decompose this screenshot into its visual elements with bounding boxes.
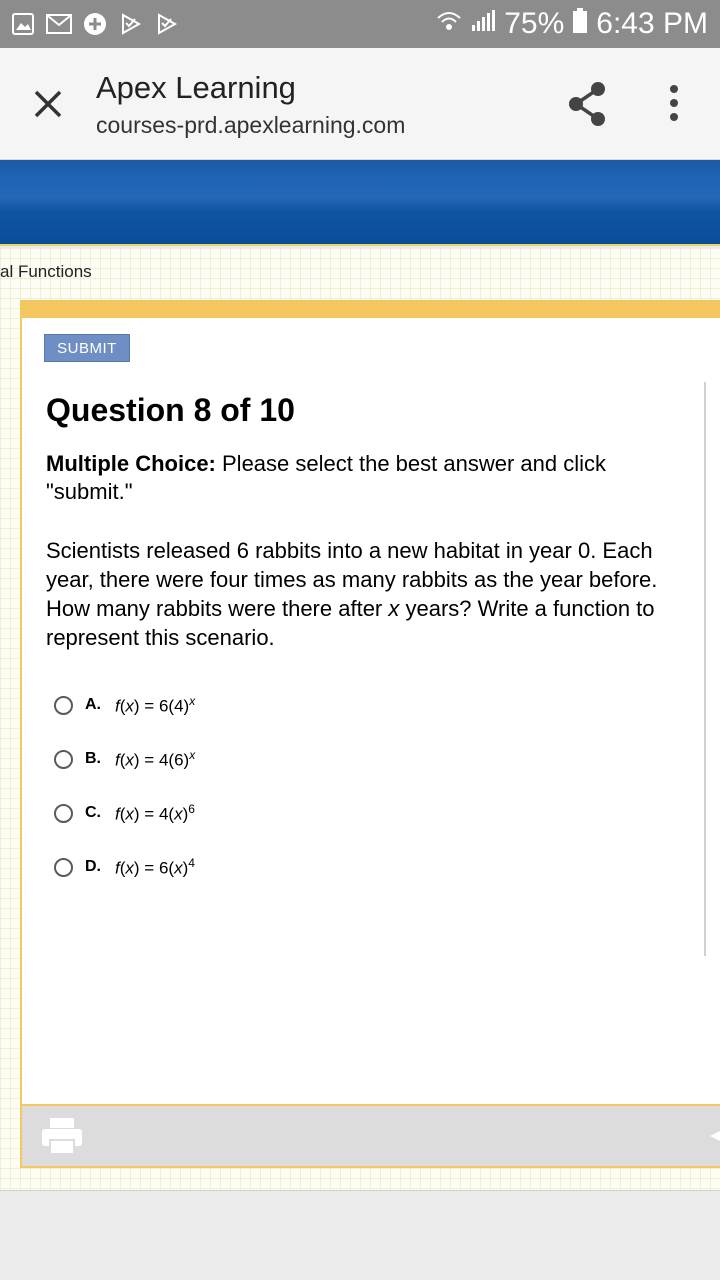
choice-letter: D. [85,858,101,875]
choice-d[interactable]: D. f(x) = 6(x)4 [54,840,454,894]
choice-a[interactable]: A. f(x) = 6(4)x [54,678,454,732]
question-variable: x [388,596,400,621]
breadcrumb: al Functions [0,262,92,281]
choice-expression: f(x) = 4(6)x [115,747,196,770]
fn-exponent: 6 [188,801,195,816]
fn-name: f [115,696,120,716]
question-card: SUBMIT Question 8 of 10 Multiple Choice:… [20,300,720,1168]
card-toolbar [22,1104,720,1166]
choice-expression: f(x) = 6(x)4 [115,855,195,878]
page-title: Apex Learning [96,70,296,105]
fn-rhs: = 4(6) [139,750,190,770]
signal-icon [470,9,496,39]
fn-rhs-var: x [174,858,183,878]
site-banner [0,160,720,246]
question-text: Scientists released 6 rabbits into a new… [46,536,706,652]
radio-button[interactable] [54,749,73,769]
fn-name: f [115,858,120,878]
fn-exponent: 4 [188,855,195,870]
divider [704,382,706,956]
answer-choices: A. f(x) = 6(4)x B. f(x) = 4(6)x C. f(x) … [54,678,454,894]
choice-c[interactable]: C. f(x) = 4(x)6 [54,786,454,840]
choice-expression: f(x) = 6(4)x [115,693,196,716]
question-instructions: Multiple Choice: Please select the best … [46,450,686,506]
radio-button[interactable] [54,695,73,715]
clock: 6:43 PM [596,7,708,40]
fn-arg: x [125,750,134,770]
fn-exponent: x [189,693,196,708]
battery-icon [572,8,588,40]
share-button[interactable] [566,80,610,128]
print-icon [42,1118,82,1155]
more-vert-icon [670,85,678,121]
fn-arg: x [125,804,134,824]
fn-name: f [115,750,120,770]
page-url: courses-prd.apexlearning.com [96,112,406,138]
page-bottom [0,1190,720,1280]
card-top-bar [22,300,720,318]
play-store-icon [118,11,144,37]
wifi-icon [436,9,462,39]
fn-arg: x [125,858,134,878]
choice-b[interactable]: B. f(x) = 4(6)x [54,732,454,786]
radio-button[interactable] [54,857,73,877]
instruction-label: Multiple Choice: [46,451,216,476]
close-button[interactable] [26,82,70,126]
share-icon [569,82,605,126]
fn-arg: x [125,696,134,716]
browser-header: Apex Learning courses-prd.apexlearning.c… [0,48,720,160]
play-store-icon-2 [154,11,180,37]
fn-rhs-pre: = 4( [139,804,175,824]
fn-name: f [115,804,120,824]
choice-letter: A. [85,696,101,713]
gmail-notification-icon [46,11,72,37]
status-bar: 75% 6:43 PM [0,0,720,48]
question-title: Question 8 of 10 [46,392,295,428]
arrow-left-icon [710,1131,720,1141]
radio-button[interactable] [54,803,73,823]
close-icon [34,90,62,118]
fn-rhs-var: x [174,804,183,824]
battery-percent: 75% [504,7,565,40]
more-options-button[interactable] [656,84,692,124]
choice-letter: B. [85,750,101,767]
gallery-notification-icon [10,11,36,37]
fn-rhs-pre: = 6( [139,858,175,878]
fn-rhs: = 6(4) [139,696,190,716]
submit-button[interactable]: SUBMIT [44,334,130,362]
fn-exponent: x [189,747,196,762]
previous-button[interactable] [708,1126,720,1146]
choice-expression: f(x) = 4(x)6 [115,801,195,824]
choice-letter: C. [85,804,101,821]
print-button[interactable] [40,1116,84,1156]
plus-notification-icon [82,11,108,37]
